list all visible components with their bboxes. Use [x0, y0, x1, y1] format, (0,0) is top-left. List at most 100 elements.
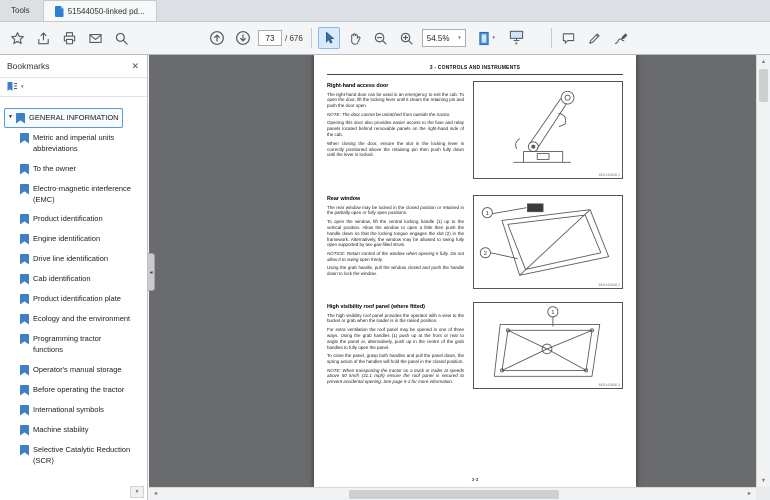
- scroll-left-button[interactable]: ◄: [149, 488, 162, 500]
- arrow-left-icon: ◄: [152, 491, 159, 497]
- paragraph: NOTE: When transporting the tractor on a…: [327, 367, 464, 385]
- scroll-up-button[interactable]: ▲: [757, 55, 770, 68]
- tab-bar: Tools 51544050-linked pd...: [0, 0, 770, 22]
- view-mode-button[interactable]: ▾: [504, 25, 529, 52]
- cursor-icon: [325, 31, 335, 44]
- toolbar-separator: [550, 28, 552, 48]
- zoom-level-value: 54.5%: [426, 33, 450, 43]
- sidebar-scroll-down-button[interactable]: ▼: [130, 486, 144, 498]
- section-body: The rear window may be locked in the clo…: [327, 205, 464, 278]
- bookmark-icon: [20, 214, 29, 225]
- bookmark-label: Electro-magnetic interference (EMC): [33, 183, 131, 204]
- zoom-out-button[interactable]: [370, 27, 392, 49]
- email-button[interactable]: [84, 27, 106, 49]
- fit-page-icon: [478, 31, 489, 45]
- signature-icon: [614, 32, 628, 44]
- scroll-right-button[interactable]: ►: [743, 488, 756, 500]
- section-body: The high visibility roof panel provides …: [327, 313, 464, 386]
- fit-page-button[interactable]: ▾: [472, 27, 500, 49]
- bookmark-icon: [20, 234, 29, 245]
- bookmarks-panel-title: Bookmarks: [7, 61, 50, 71]
- bookmark-item[interactable]: International symbols: [16, 400, 108, 420]
- tab-document[interactable]: 51544050-linked pd...: [42, 0, 157, 21]
- paragraph: To close the panel, grasp both handles a…: [327, 353, 464, 364]
- chevron-down-icon[interactable]: ▾: [21, 84, 24, 90]
- horizontal-scrollbar[interactable]: ◄ ►: [149, 487, 756, 500]
- bookmark-item[interactable]: Drive line identification: [16, 249, 112, 269]
- sign-button[interactable]: [610, 27, 632, 49]
- zoom-in-button[interactable]: [396, 27, 418, 49]
- bookmark-label: Operator's manual storage: [33, 364, 122, 374]
- page-header: 3 - CONTROLS AND INSTRUMENTS: [429, 65, 521, 71]
- vertical-scrollbar[interactable]: ▲ ▼: [756, 55, 770, 487]
- svg-text:2: 2: [484, 251, 487, 257]
- panel-collapse-handle[interactable]: ◂: [148, 253, 155, 291]
- share-button[interactable]: [32, 27, 54, 49]
- bookmark-item[interactable]: Metric and imperial units abbreviations: [16, 128, 135, 159]
- search-button[interactable]: [110, 27, 132, 49]
- bookmark-item[interactable]: Engine identification: [16, 229, 104, 249]
- hand-icon: [351, 32, 361, 45]
- select-tool-button[interactable]: [317, 27, 340, 49]
- bookmark-icon: [20, 314, 29, 325]
- bookmark-icon: [20, 133, 29, 144]
- highlight-button[interactable]: [584, 27, 606, 49]
- bookmark-icon: [20, 183, 29, 195]
- bookmark-options-icon[interactable]: [6, 81, 18, 93]
- bookmark-item[interactable]: Machine stability: [16, 420, 92, 440]
- hand-tool-button[interactable]: [344, 27, 366, 49]
- bookmark-item[interactable]: Selective Catalytic Reduction (SCR): [16, 440, 135, 471]
- paragraph: For extra ventilation the roof panel may…: [327, 326, 464, 350]
- pencil-icon: [589, 32, 600, 44]
- pdf-page: 3 - CONTROLS AND INSTRUMENTS Right-hand …: [314, 55, 636, 487]
- bookmark-icon: [20, 334, 29, 345]
- comment-icon: [563, 32, 575, 44]
- bookmark-label: Engine identification: [33, 234, 101, 243]
- horizontal-scrollbar-thumb[interactable]: [349, 490, 559, 499]
- page-section: High visibility roof panel (where fitted…: [327, 304, 464, 385]
- close-icon[interactable]: ✕: [131, 61, 139, 72]
- comment-button[interactable]: [558, 27, 580, 49]
- favorites-button[interactable]: [6, 27, 28, 49]
- header-rule: [327, 74, 623, 75]
- bookmark-item[interactable]: ▼ GENERAL INFORMATION: [4, 108, 123, 128]
- bookmarks-panel: Bookmarks ✕ ▾ ▼ GENERAL INFORMATION Metr…: [0, 55, 148, 500]
- bookmark-item[interactable]: Product identification plate: [16, 289, 125, 309]
- bookmark-icon: [16, 113, 25, 124]
- bookmark-item[interactable]: Electro-magnetic interference (EMC): [16, 179, 135, 210]
- bookmark-icon: [20, 274, 29, 285]
- print-button[interactable]: [58, 27, 80, 49]
- bookmarks-panel-toolbar: ▾: [0, 78, 147, 97]
- paragraph: When closing the door, ensure the slot i…: [327, 140, 464, 158]
- bookmark-item[interactable]: Before operating the tractor: [16, 380, 128, 400]
- bookmark-expander-icon[interactable]: ▼: [8, 114, 14, 120]
- bookmark-item[interactable]: Programming tractor functions: [16, 329, 135, 360]
- chevron-down-icon: ▾: [492, 34, 496, 41]
- bookmark-label: Cab identification: [33, 274, 91, 283]
- star-icon: [10, 31, 24, 44]
- bookmark-label: Programming tractor functions: [33, 334, 102, 355]
- scroll-down-button[interactable]: ▼: [757, 474, 770, 487]
- bookmarks-panel-header: Bookmarks ✕: [0, 55, 147, 78]
- previous-page-button[interactable]: [206, 27, 228, 49]
- tab-tools[interactable]: Tools: [0, 0, 41, 21]
- section-body: The right-hand door can be used in an em…: [327, 92, 464, 159]
- bookmark-label: Drive line identification: [33, 254, 109, 263]
- bookmark-item[interactable]: Cab identification: [16, 269, 95, 289]
- figure-column: MOLI4263A 1 1 2 MOLI4264A 2 1 MOLI4265A …: [473, 81, 623, 389]
- bookmark-item[interactable]: Product identification: [16, 209, 107, 229]
- page-number-input[interactable]: 73: [258, 30, 282, 46]
- figure-code: MOLI4265A 3: [598, 383, 620, 387]
- paragraph: Opening this door also provides easier a…: [327, 120, 464, 138]
- vertical-scrollbar-thumb[interactable]: [759, 69, 768, 102]
- zoom-level-select[interactable]: 54.5% ▾: [421, 29, 466, 47]
- bookmark-item[interactable]: To the owner: [16, 159, 80, 179]
- bookmark-item[interactable]: Operator's manual storage: [16, 360, 126, 380]
- paragraph: NOTE: The door cannot be unlatched from …: [327, 111, 451, 117]
- bookmark-icon: [20, 424, 29, 436]
- bookmark-label: Metric and imperial units abbreviations: [33, 133, 115, 154]
- toolbar-separator: [310, 28, 312, 48]
- figure-code: MOLI4263A 1: [598, 173, 620, 177]
- bookmark-item[interactable]: Ecology and the environment: [16, 309, 134, 329]
- next-page-button[interactable]: [232, 27, 254, 49]
